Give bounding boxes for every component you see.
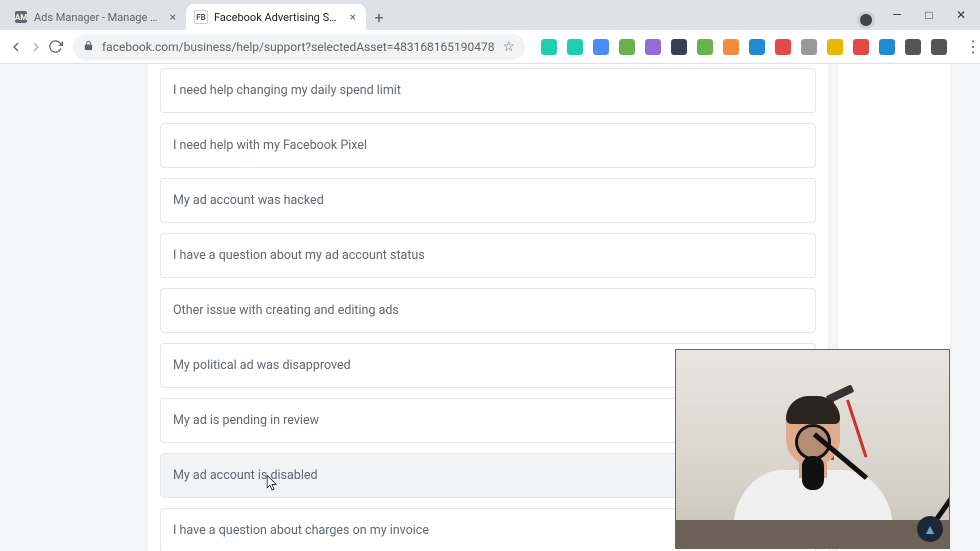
extension-icon[interactable]	[931, 39, 947, 55]
ads-manager-favicon-icon: AM	[14, 10, 28, 24]
extension-icon[interactable]	[541, 39, 557, 55]
microphone-head-icon	[802, 456, 824, 490]
extension-icon[interactable]	[697, 39, 713, 55]
support-option[interactable]: My ad account was hacked	[160, 178, 816, 223]
support-option[interactable]: I need help with my Facebook Pixel	[160, 123, 816, 168]
nav-back-button[interactable]	[8, 35, 24, 59]
extension-icon[interactable]	[723, 39, 739, 55]
bookmark-star-icon[interactable]: ☆	[503, 39, 516, 55]
channel-watermark-icon: ▲	[917, 516, 943, 542]
extension-icon[interactable]	[749, 39, 765, 55]
tab-close-button[interactable]: ×	[168, 10, 178, 24]
browser-toolbar: facebook.com/business/help/support?selec…	[0, 30, 980, 64]
pop-filter-icon	[795, 424, 831, 460]
extension-icon[interactable]	[619, 39, 635, 55]
page-viewport: I need help changing my daily spend limi…	[0, 64, 980, 551]
extension-icon[interactable]	[827, 39, 843, 55]
extension-icon[interactable]	[853, 39, 869, 55]
browser-menu-button[interactable]: ⋮	[961, 37, 980, 56]
window-controls: — □ ✕	[878, 0, 980, 30]
webcam-overlay: ▲	[675, 349, 950, 549]
nav-reload-button[interactable]	[48, 35, 63, 59]
extension-icon[interactable]	[801, 39, 817, 55]
extension-icons	[535, 39, 953, 55]
url-text: facebook.com/business/help/support?selec…	[102, 40, 495, 54]
webcam-footer	[676, 520, 949, 548]
extension-icon[interactable]	[671, 39, 687, 55]
window-close-button[interactable]: ✕	[954, 8, 968, 22]
tab-close-button[interactable]: ×	[348, 10, 358, 24]
support-option[interactable]: I need help changing my daily spend limi…	[160, 68, 816, 113]
lock-icon	[83, 40, 94, 54]
browser-tab-facebook-support[interactable]: FB Facebook Advertising Support | F ×	[186, 4, 366, 30]
recording-indicator-icon	[860, 14, 872, 26]
support-option[interactable]: I have a question about my ad account st…	[160, 233, 816, 278]
extension-icon[interactable]	[567, 39, 583, 55]
new-tab-button[interactable]: +	[366, 4, 392, 30]
extension-icon[interactable]	[879, 39, 895, 55]
window-maximize-button[interactable]: □	[922, 8, 936, 22]
tab-title: Facebook Advertising Support | F	[214, 11, 342, 24]
tab-title: Ads Manager - Manage Ads - Ca	[34, 11, 162, 24]
nav-forward-button[interactable]	[28, 35, 44, 59]
support-option[interactable]: Other issue with creating and editing ad…	[160, 288, 816, 333]
extension-icon[interactable]	[593, 39, 609, 55]
browser-tab-ads-manager[interactable]: AM Ads Manager - Manage Ads - Ca ×	[6, 4, 186, 30]
facebook-favicon-icon: FB	[194, 10, 208, 24]
extension-icon[interactable]	[645, 39, 661, 55]
extension-icon[interactable]	[775, 39, 791, 55]
address-bar[interactable]: facebook.com/business/help/support?selec…	[73, 34, 525, 60]
extension-icon[interactable]	[905, 39, 921, 55]
browser-tab-strip: AM Ads Manager - Manage Ads - Ca × FB Fa…	[0, 0, 980, 30]
cursor-icon	[265, 474, 279, 492]
window-minimize-button[interactable]: —	[890, 8, 904, 22]
